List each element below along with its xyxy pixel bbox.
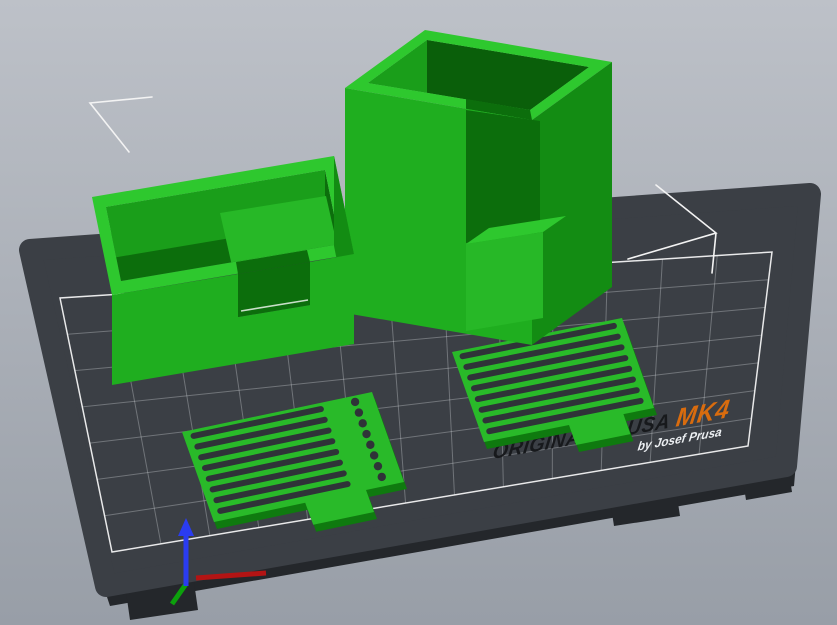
slicer-3d-scene[interactable]: ORIGINAL PRUSAMK4 by Josef Prusa	[0, 0, 837, 625]
viewport-3d[interactable]: ORIGINAL PRUSAMK4 by Josef Prusa	[0, 0, 837, 625]
plate-hole	[350, 397, 360, 407]
plate-hole	[369, 451, 379, 460]
plate-hole	[354, 408, 364, 417]
plate-hole	[358, 419, 367, 428]
plate-hole	[377, 472, 386, 482]
model-tall-box[interactable]	[345, 30, 612, 345]
plate-hole	[373, 461, 383, 471]
model-open-box[interactable]	[92, 156, 354, 385]
plate-hole	[366, 440, 375, 449]
plate-hole	[362, 429, 371, 439]
tall-box-step-face	[466, 232, 543, 331]
